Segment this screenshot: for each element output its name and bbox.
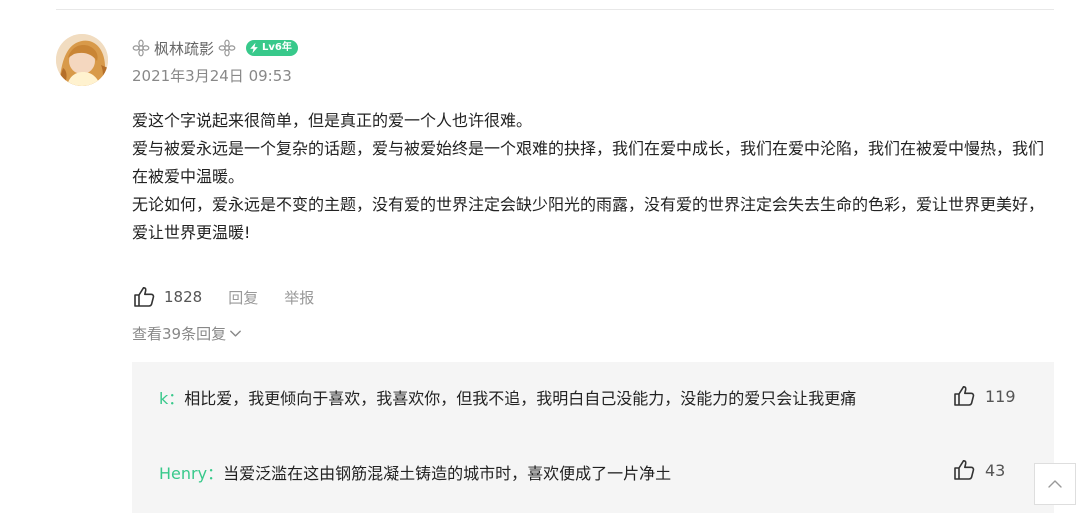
comment-actions: 1828 回复 举报 [132, 285, 314, 309]
comment-paragraph: 爱与被爱永远是一个复杂的话题，爱与被爱始终是一个艰难的抉择，我们在爱中成长，我们… [132, 139, 1045, 186]
username[interactable]: 枫林疏影 [154, 38, 214, 59]
reply-item: Henry：当爱泛滥在这由钢筋混凝土铸造的城市时，喜欢便成了一片净土 [159, 457, 949, 491]
comment-content: 爱这个字说起来很简单，但是真正的爱一个人也许很难。 爱与被爱永远是一个复杂的话题… [132, 107, 1047, 247]
flower-badge-icon [132, 39, 150, 57]
top-divider [56, 9, 1054, 10]
reply-separator: ： [168, 389, 185, 408]
reply-text: 当爱泛滥在这由钢筋混凝土铸造的城市时，喜欢便成了一片净土 [223, 464, 672, 483]
thumbs-up-icon [134, 286, 155, 307]
reply-separator: ： [207, 464, 224, 483]
like-count: 1828 [164, 288, 203, 306]
reply-list: k：相比爱，我更倾向于喜欢，我喜欢你，但我不追，我明白自己没能力，没能力的爱只会… [132, 362, 1054, 513]
like-button[interactable]: 1828 [132, 285, 202, 309]
comment-header: 枫林疏影 Lv6年 [132, 37, 298, 59]
reply-link[interactable]: 回复 [228, 287, 258, 308]
chevron-down-icon [230, 330, 241, 337]
lightning-bolt-icon [250, 42, 258, 54]
level-badge: Lv6年 [246, 40, 298, 56]
report-link[interactable]: 举报 [284, 287, 314, 308]
reply-item: k：相比爱，我更倾向于喜欢，我喜欢你，但我不追，我明白自己没能力，没能力的爱只会… [159, 382, 949, 416]
reply-username[interactable]: Henry [159, 464, 207, 483]
level-badge-label: Lv6年 [262, 42, 292, 53]
thumbs-up-icon [954, 385, 975, 406]
comment-paragraph: 无论如何，爱永远是不变的主题，没有爱的世界注定会缺少阳光的雨露，没有爱的世界注定… [132, 195, 1045, 242]
view-replies-link[interactable]: 查看39条回复 [132, 323, 242, 344]
comment-paragraph: 爱这个字说起来很简单，但是真正的爱一个人也许很难。 [132, 111, 533, 130]
comment-timestamp: 2021年3月24日 09:53 [132, 67, 292, 85]
chevron-up-icon [1048, 480, 1062, 488]
reply-text: 相比爱，我更倾向于喜欢，我喜欢你，但我不追，我明白自己没能力，没能力的爱只会让我… [184, 389, 857, 408]
reply-like-button[interactable]: 43 [952, 458, 1005, 482]
reply-username[interactable]: k [159, 389, 168, 408]
reply-like-button[interactable]: 119 [952, 384, 1016, 408]
reply-like-count: 119 [985, 386, 1016, 406]
flower-badge-icon [218, 39, 236, 57]
back-to-top-button[interactable] [1034, 463, 1076, 505]
thumbs-up-icon [954, 459, 975, 480]
view-replies-label: 查看39条回复 [132, 325, 227, 343]
reply-like-count: 43 [985, 460, 1006, 480]
avatar[interactable] [56, 34, 108, 86]
